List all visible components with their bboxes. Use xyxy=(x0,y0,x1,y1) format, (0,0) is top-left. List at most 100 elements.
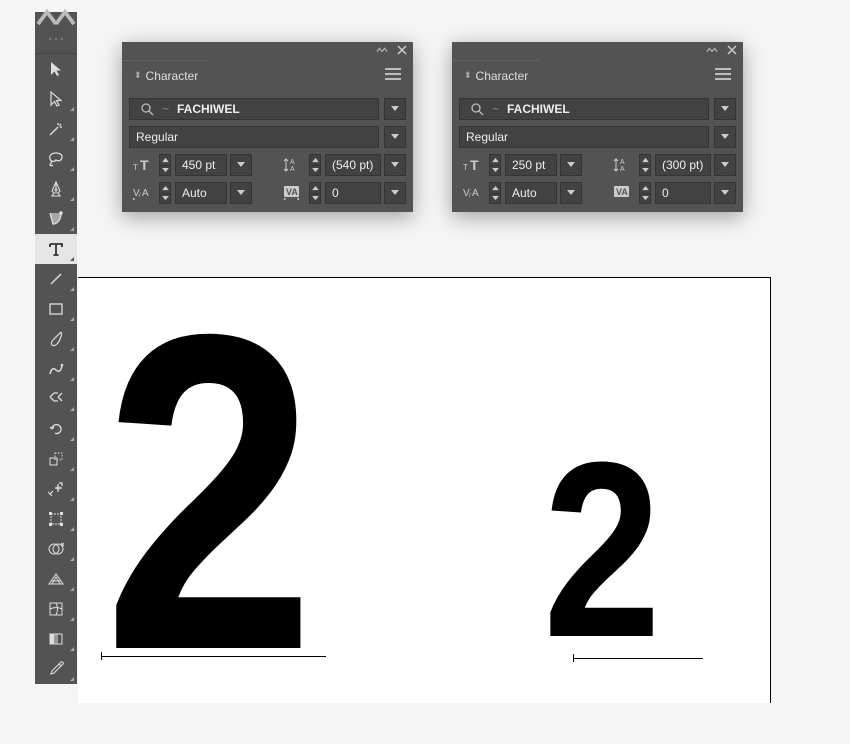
panel-titlebar[interactable] xyxy=(122,42,413,60)
kerning-stepper[interactable] xyxy=(489,182,501,204)
leading-field[interactable]: (540 pt) xyxy=(325,154,381,176)
leading-icon: AA xyxy=(279,154,305,176)
font-size-group: TT 250 pt xyxy=(459,154,582,176)
type-tool[interactable] xyxy=(35,234,77,264)
kerning-stepper[interactable] xyxy=(159,182,171,204)
font-family-value: FACHIWEL xyxy=(177,102,240,116)
font-style-dropdown[interactable] xyxy=(714,126,736,148)
leading-field[interactable]: (300 pt) xyxy=(655,154,711,176)
kerning-icon: V/A xyxy=(459,182,485,204)
text-object-small[interactable]: 2 xyxy=(543,425,661,675)
line-segment-tool[interactable] xyxy=(35,264,77,294)
pen-tool[interactable] xyxy=(35,174,77,204)
mesh-tool[interactable] xyxy=(35,594,77,624)
kerning-dropdown[interactable] xyxy=(230,182,252,204)
paintbrush-tool[interactable] xyxy=(35,324,77,354)
svg-text:A: A xyxy=(290,166,295,173)
tracking-icon: VA xyxy=(609,182,635,204)
shaper-tool[interactable] xyxy=(35,354,77,384)
free-transform-tool[interactable] xyxy=(35,504,77,534)
text-object-large[interactable]: 2 xyxy=(103,268,316,718)
svg-text:T: T xyxy=(133,163,138,172)
leading-stepper[interactable] xyxy=(639,154,651,176)
tab-character[interactable]: ⬍ Character xyxy=(122,60,210,90)
magic-wand-tool[interactable] xyxy=(35,114,77,144)
font-family-field[interactable]: ~ FACHIWEL xyxy=(129,98,379,120)
font-family-value: FACHIWEL xyxy=(507,102,570,116)
rotate-tool[interactable] xyxy=(35,414,77,444)
font-family-dropdown[interactable] xyxy=(384,98,406,120)
panel-collapse-button[interactable] xyxy=(35,12,77,24)
gradient-tool[interactable] xyxy=(35,624,77,654)
tracking-field[interactable]: 0 xyxy=(655,182,711,204)
leading-dropdown[interactable] xyxy=(714,154,736,176)
font-size-stepper[interactable] xyxy=(159,154,171,176)
font-size-value: 250 pt xyxy=(512,158,545,172)
font-size-dropdown[interactable] xyxy=(230,154,252,176)
kerning-dropdown[interactable] xyxy=(560,182,582,204)
tracking-stepper[interactable] xyxy=(309,182,321,204)
width-tool[interactable] xyxy=(35,474,77,504)
font-style-field[interactable]: Regular xyxy=(459,126,709,148)
font-size-field[interactable]: 450 pt xyxy=(175,154,227,176)
tracking-dropdown[interactable] xyxy=(384,182,406,204)
artboard[interactable]: 2 2 xyxy=(78,277,771,703)
leading-value: (300 pt) xyxy=(662,158,703,172)
minimize-icon[interactable] xyxy=(375,46,389,57)
font-style-value: Regular xyxy=(466,130,508,144)
tab-character[interactable]: ⬍ Character xyxy=(452,60,540,90)
lasso-tool[interactable] xyxy=(35,144,77,174)
close-icon[interactable] xyxy=(395,45,409,58)
close-icon[interactable] xyxy=(725,45,739,58)
font-style-dropdown[interactable] xyxy=(384,126,406,148)
kerning-field[interactable]: Auto xyxy=(505,182,557,204)
kerning-group: V/A Auto xyxy=(459,182,582,204)
leading-dropdown[interactable] xyxy=(384,154,406,176)
panel-menu-button[interactable] xyxy=(709,62,737,89)
panel-titlebar[interactable] xyxy=(452,42,743,60)
font-family-dropdown[interactable] xyxy=(714,98,736,120)
kerning-field[interactable]: Auto xyxy=(175,182,227,204)
svg-text:A: A xyxy=(620,166,625,173)
rectangle-tool[interactable] xyxy=(35,294,77,324)
eraser-tool[interactable] xyxy=(35,384,77,414)
tracking-group: VA 0 xyxy=(279,182,406,204)
perspective-grid-tool[interactable] xyxy=(35,564,77,594)
font-style-field[interactable]: Regular xyxy=(129,126,379,148)
direct-selection-tool[interactable] xyxy=(35,84,77,114)
svg-text:T: T xyxy=(140,157,149,173)
tracking-icon: VA xyxy=(279,182,305,204)
curvature-tool[interactable] xyxy=(35,204,77,234)
tracking-stepper[interactable] xyxy=(639,182,651,204)
panel-tabs: ⬍ Character xyxy=(452,60,743,90)
shape-builder-tool[interactable] xyxy=(35,534,77,564)
search-icon xyxy=(466,102,488,116)
text-baseline xyxy=(573,658,703,659)
font-flyout-icon: ~ xyxy=(492,102,499,116)
kerning-group: V/A Auto xyxy=(129,182,252,204)
svg-text:A: A xyxy=(142,188,149,199)
tracking-dropdown[interactable] xyxy=(714,182,736,204)
panel-menu-button[interactable] xyxy=(379,62,407,89)
leading-stepper[interactable] xyxy=(309,154,321,176)
tools-panel xyxy=(35,12,77,684)
svg-text:/: / xyxy=(139,193,141,199)
minimize-icon[interactable] xyxy=(705,46,719,57)
selection-tool[interactable] xyxy=(35,54,77,84)
kerning-value: Auto xyxy=(512,186,537,200)
font-size-field[interactable]: 250 pt xyxy=(505,154,557,176)
eyedropper-tool[interactable] xyxy=(35,654,77,684)
font-style-value: Regular xyxy=(136,130,178,144)
text-baseline xyxy=(101,656,326,657)
font-size-stepper[interactable] xyxy=(489,154,501,176)
scale-tool[interactable] xyxy=(35,444,77,474)
kerning-icon: V/A xyxy=(129,182,155,204)
font-size-value: 450 pt xyxy=(182,158,215,172)
svg-text:/: / xyxy=(469,193,471,199)
tracking-field[interactable]: 0 xyxy=(325,182,381,204)
kerning-value: Auto xyxy=(182,186,207,200)
svg-text:A: A xyxy=(620,159,625,166)
font-flyout-icon: ~ xyxy=(162,102,169,116)
font-size-dropdown[interactable] xyxy=(560,154,582,176)
font-family-field[interactable]: ~ FACHIWEL xyxy=(459,98,709,120)
